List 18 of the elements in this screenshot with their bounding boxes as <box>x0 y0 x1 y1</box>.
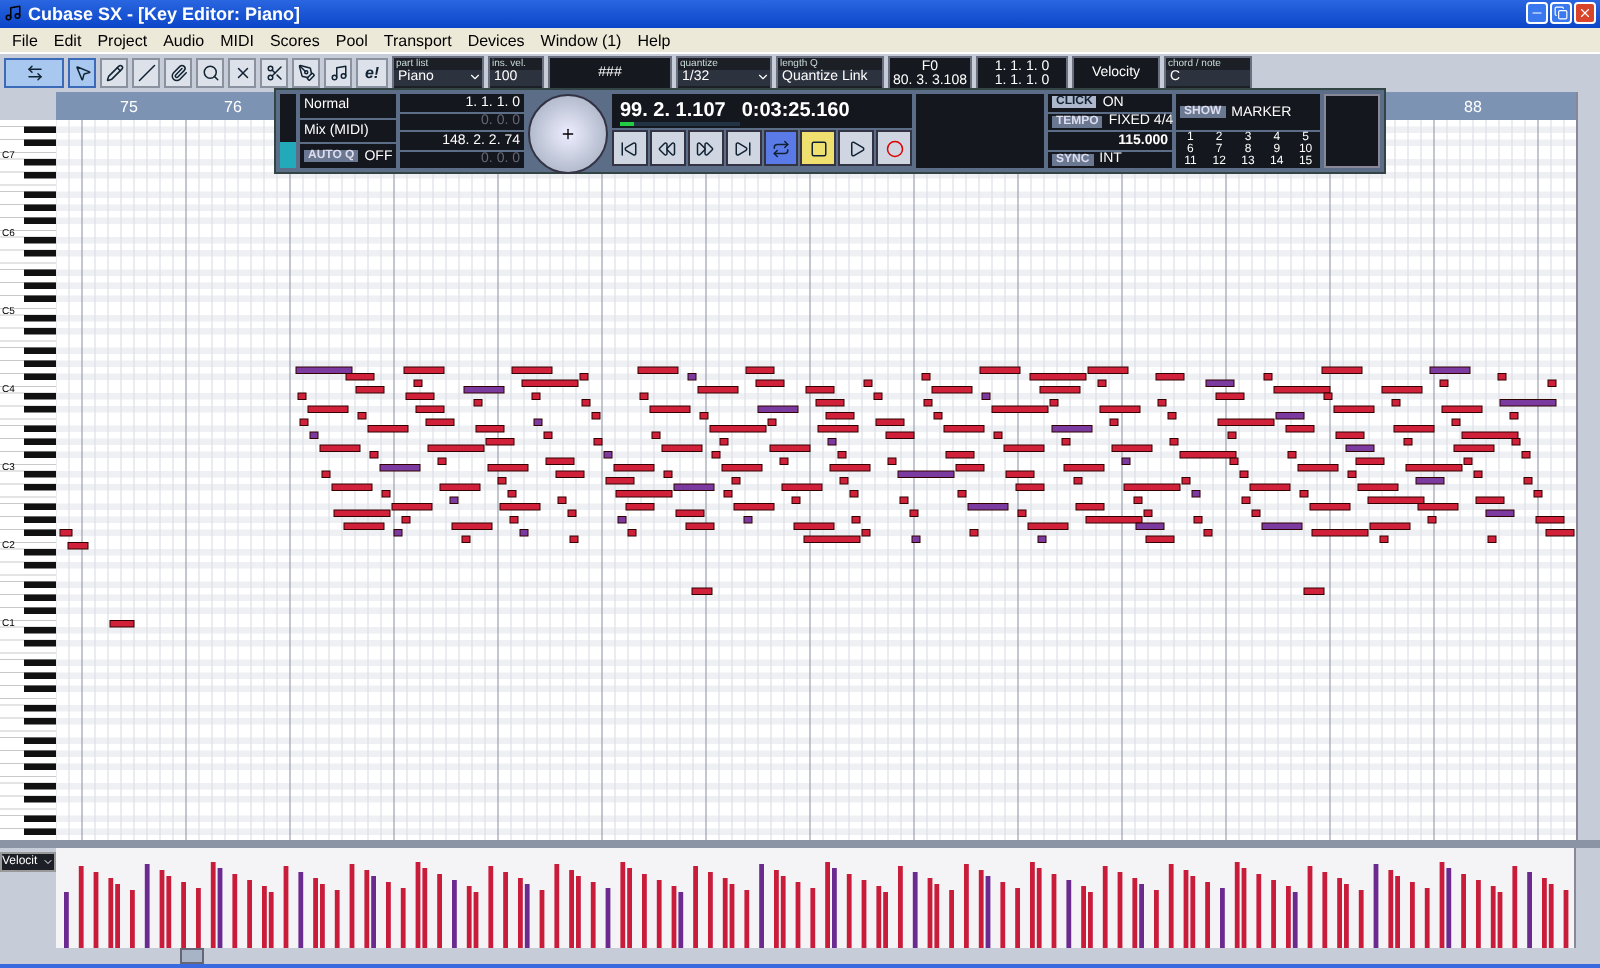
menu-item[interactable]: MIDI <box>212 31 262 50</box>
bar-number: 88 <box>1464 98 1482 117</box>
window-title: Cubase SX - [Key Editor: Piano] <box>28 3 301 24</box>
menu-item[interactable]: Pool <box>327 31 376 50</box>
menu-item[interactable]: Audio <box>155 31 213 50</box>
menu-item[interactable]: Scores <box>261 31 328 50</box>
menu-item[interactable]: Help <box>629 31 679 50</box>
bar-number: 76 <box>224 98 242 117</box>
menu-item[interactable]: File <box>4 31 46 50</box>
secondary-position: 0:03:25.160 <box>741 100 850 122</box>
bar-number: 75 <box>120 98 138 117</box>
menu-item[interactable]: Edit <box>45 31 90 50</box>
primary-position: 99. 2. 1.107 <box>620 100 726 122</box>
menu-item[interactable]: Project <box>89 31 156 50</box>
menu-item[interactable]: Window (1) <box>532 31 630 50</box>
edit-in-place-button[interactable]: e! <box>356 58 388 89</box>
menu-item[interactable]: Transport <box>375 31 460 50</box>
menu-item[interactable]: Devices <box>459 31 533 50</box>
